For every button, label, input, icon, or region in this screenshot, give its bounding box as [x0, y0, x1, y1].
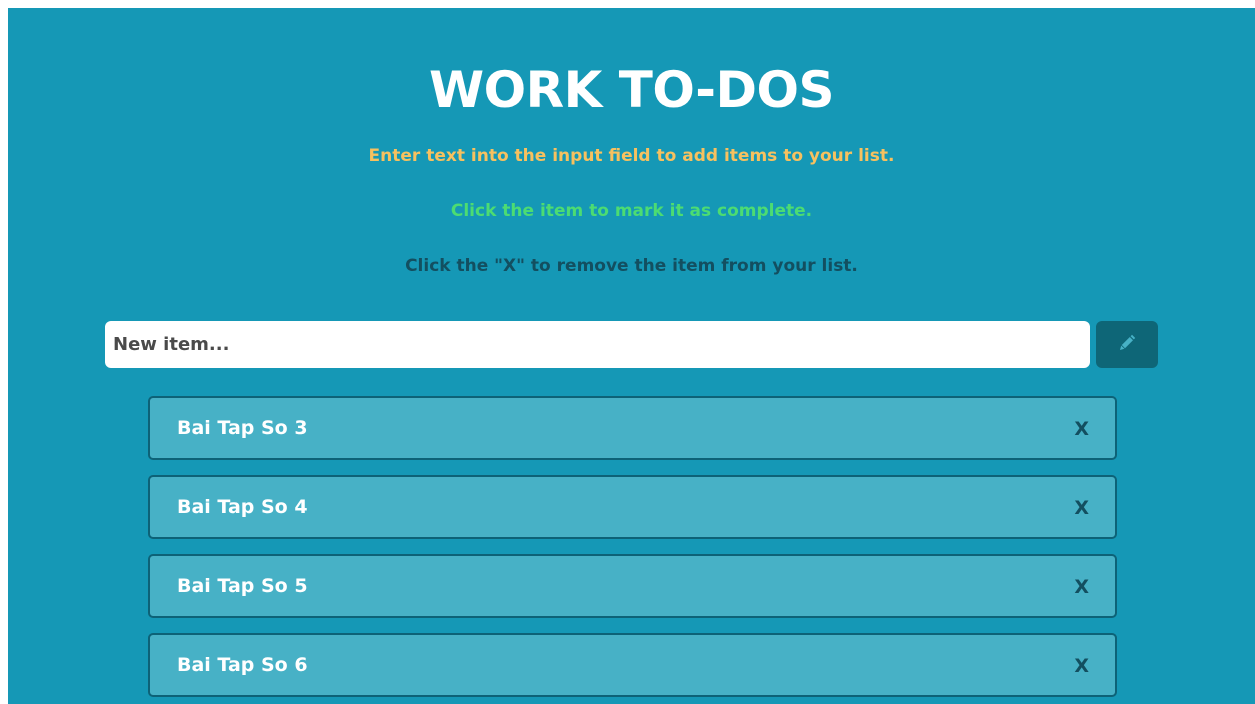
todo-item[interactable]: Bai Tap So 3 X	[148, 396, 1117, 460]
remove-item-button[interactable]: X	[1074, 477, 1089, 539]
pencil-icon	[1117, 333, 1137, 357]
todo-item-label: Bai Tap So 6	[177, 654, 308, 676]
page-title: WORK TO-DOS	[428, 61, 835, 119]
remove-item-button[interactable]: X	[1074, 398, 1089, 460]
todo-list: Bai Tap So 3 X Bai Tap So 4 X Bai Tap So…	[148, 396, 1117, 704]
add-instruction: Enter text into the input field to add i…	[368, 146, 895, 166]
todo-item[interactable]: Bai Tap So 6 X	[148, 633, 1117, 697]
remove-instruction: Click the "X" to remove the item from yo…	[405, 256, 858, 276]
todo-app: WORK TO-DOS Enter text into the input fi…	[8, 8, 1255, 704]
remove-item-button[interactable]: X	[1074, 556, 1089, 618]
add-item-button[interactable]	[1096, 321, 1158, 368]
todo-item-label: Bai Tap So 4	[177, 496, 308, 518]
remove-item-button[interactable]: X	[1074, 635, 1089, 697]
complete-instruction: Click the item to mark it as complete.	[450, 201, 813, 221]
todo-item-label: Bai Tap So 3	[177, 417, 308, 439]
todo-item[interactable]: Bai Tap So 4 X	[148, 475, 1117, 539]
new-item-input[interactable]	[105, 321, 1090, 368]
todo-item-label: Bai Tap So 5	[177, 575, 308, 597]
todo-item[interactable]: Bai Tap So 5 X	[148, 554, 1117, 618]
